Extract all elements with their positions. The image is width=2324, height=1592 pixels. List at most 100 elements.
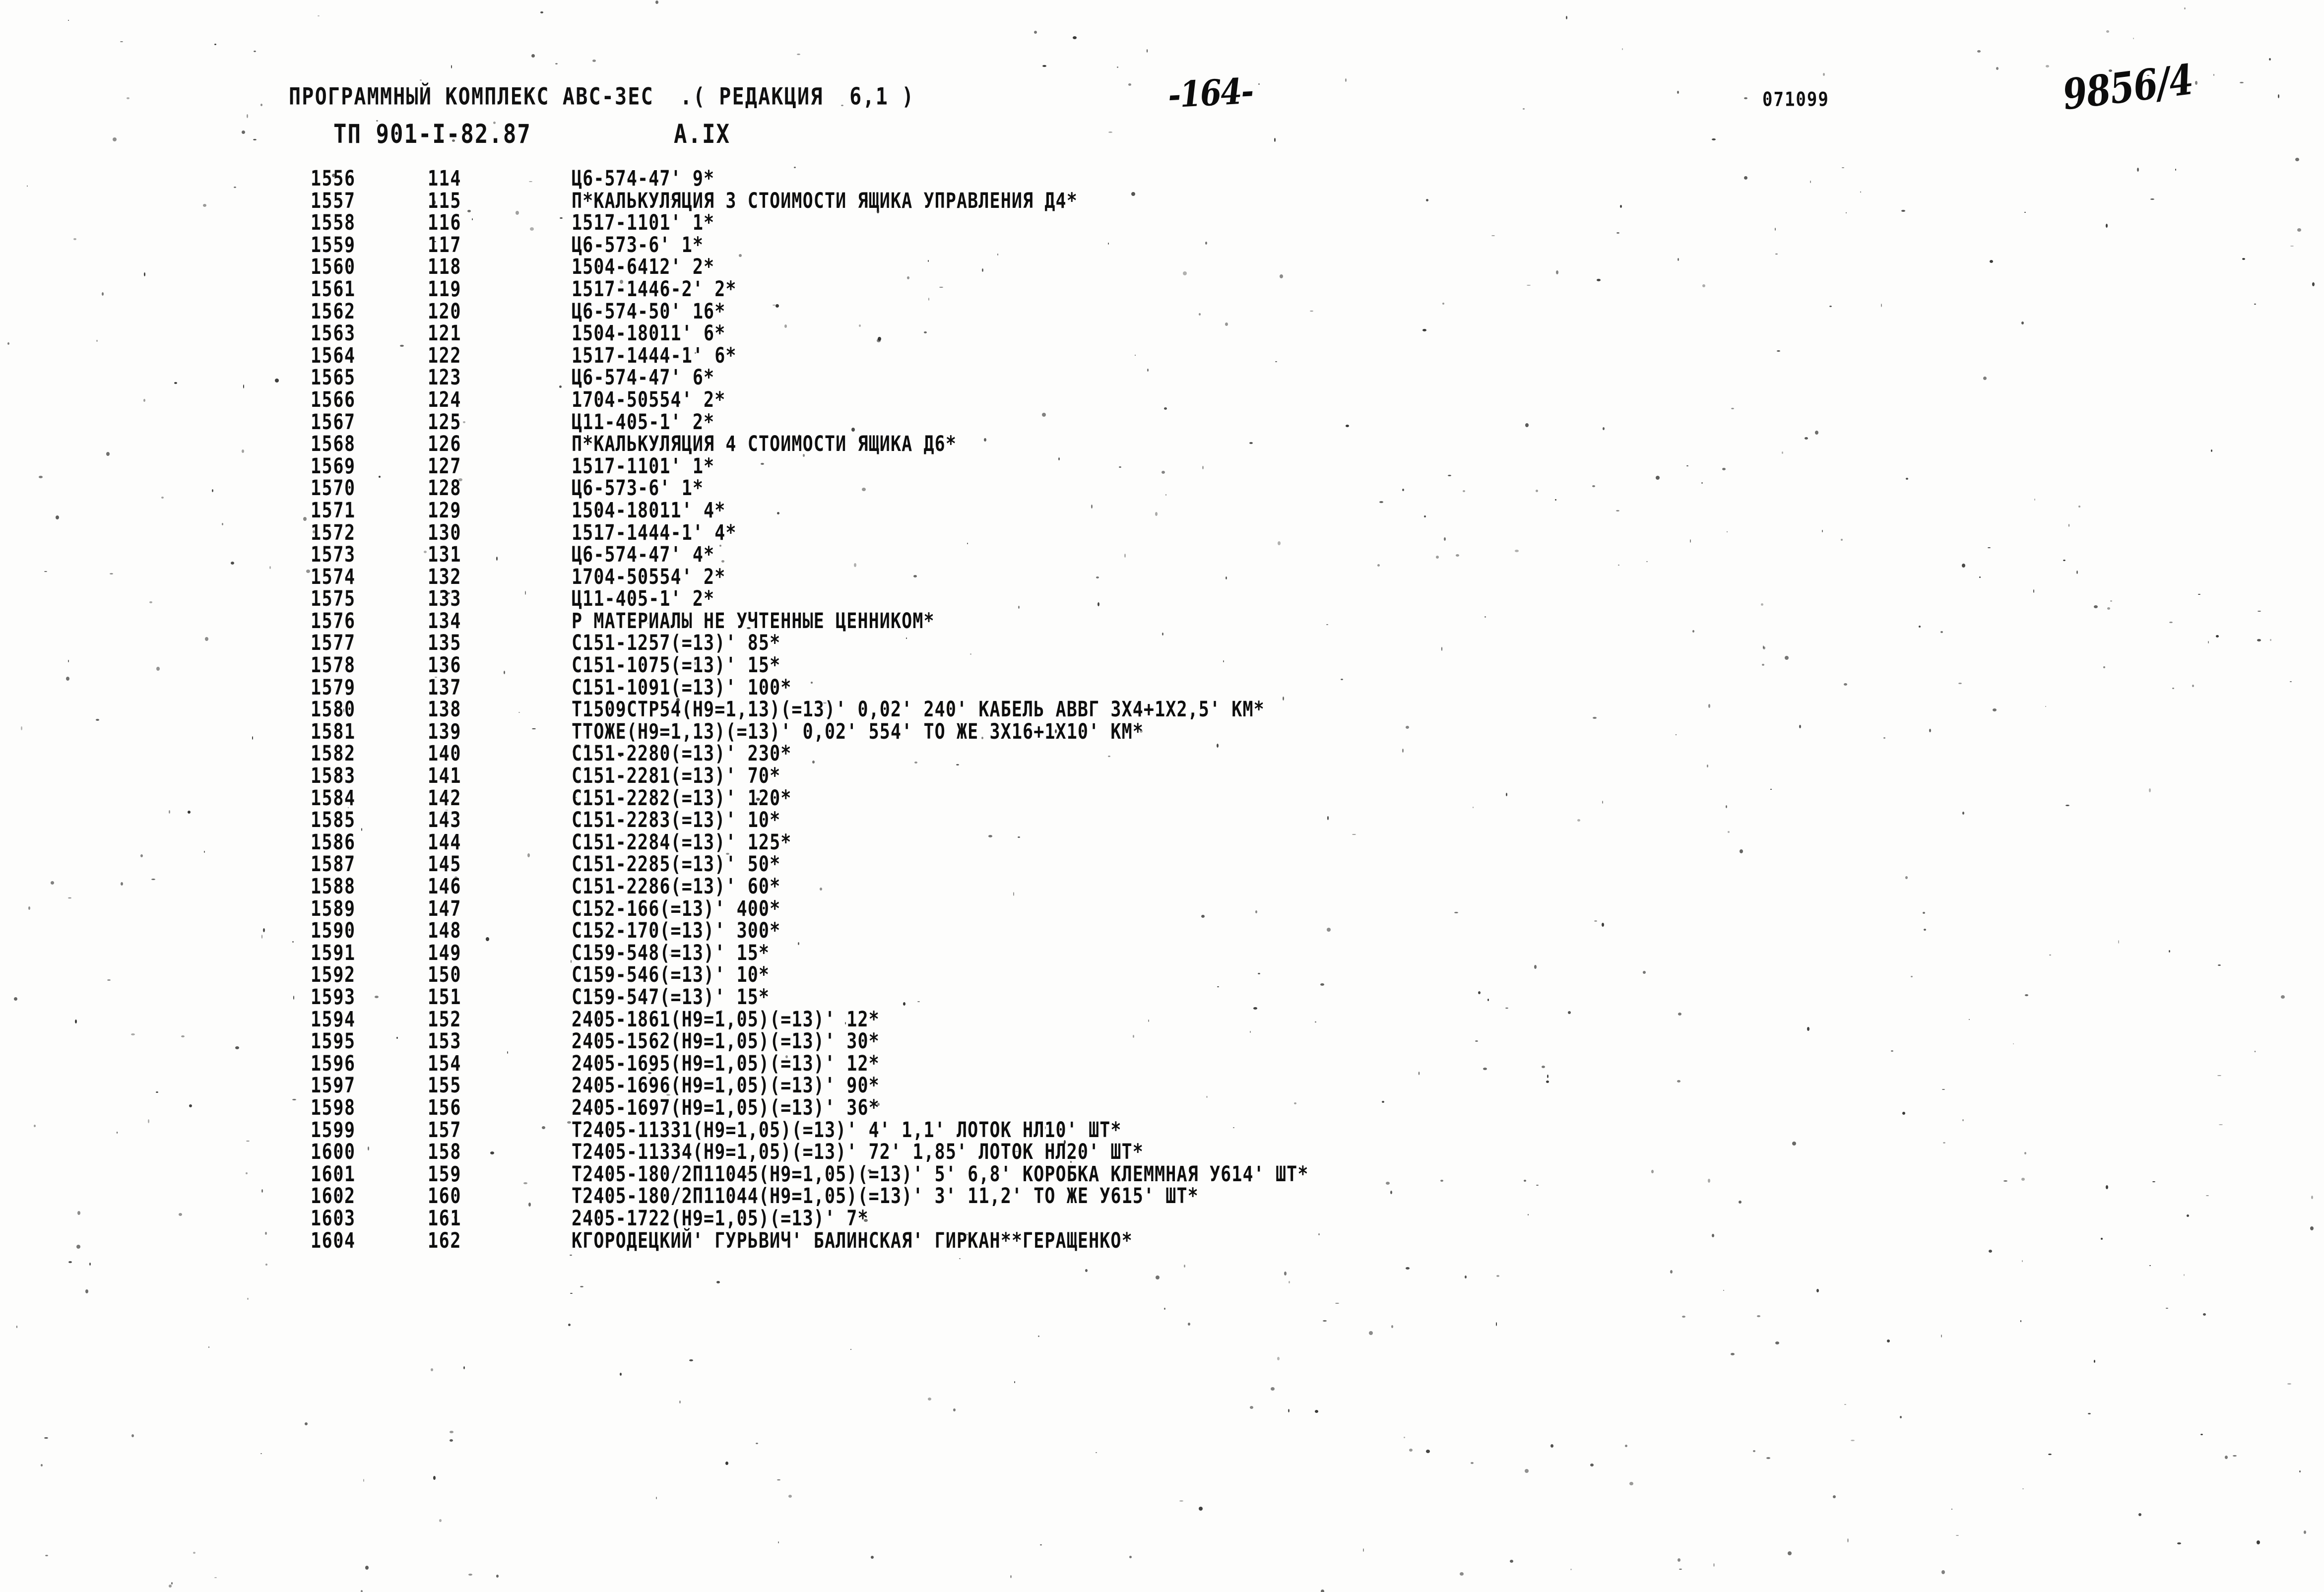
table-row: 1579 137 С151-1091(=13)' 100* bbox=[0, 675, 2324, 700]
row-sequence-number: 1582 bbox=[311, 742, 356, 766]
row-index-number: 139 bbox=[428, 719, 462, 744]
row-code-text: Т1509СТР54(Н9=1,13)(=13)' 0,02' 240' КАБ… bbox=[572, 698, 1265, 722]
row-index-number: 155 bbox=[428, 1074, 462, 1098]
table-row: 1581 139 ТТОЖЕ(Н9=1,13)(=13)' 0,02' 554' Т… bbox=[0, 719, 2324, 744]
row-sequence-number: 1560 bbox=[311, 255, 356, 280]
table-row: 1565 123 Ц6-574-47' 6* bbox=[0, 366, 2324, 390]
row-index-number: 140 bbox=[428, 742, 462, 766]
row-sequence-number: 1599 bbox=[311, 1118, 356, 1143]
table-row: 1583 141 С151-2281(=13)' 70* bbox=[0, 764, 2324, 788]
row-code-text: С151-1091(=13)' 100* bbox=[572, 675, 792, 700]
table-row: 1562 120 Ц6-574-50' 16* bbox=[0, 299, 2324, 324]
row-sequence-number: 1556 bbox=[311, 167, 356, 191]
row-code-text: Ц11-405-1' 2* bbox=[572, 410, 715, 435]
row-code-text: 1517-1101' 1* bbox=[572, 454, 715, 479]
table-row: 1590 148 С152-170(=13)' 300* bbox=[0, 919, 2324, 943]
row-code-text: Т2405-11331(Н9=1,05)(=13)' 4' 1,1' ЛОТОК… bbox=[572, 1118, 1122, 1143]
row-index-number: 133 bbox=[428, 587, 462, 612]
row-code-text: КГОРОДЕЦКИЙ' ГУРЬВИЧ' БАЛИНСКАЯ' ГИРКАН*… bbox=[572, 1228, 1133, 1253]
row-index-number: 143 bbox=[428, 808, 462, 833]
row-code-text: П*КАЛЬКУЛЯЦИЯ 4 СТОИМОСТИ ЯЩИКА Д6* bbox=[572, 432, 957, 456]
table-row: 1574 132 1704-50554' 2* bbox=[0, 565, 2324, 589]
row-sequence-number: 1595 bbox=[311, 1029, 356, 1054]
row-code-text: Ц6-574-50' 16* bbox=[572, 299, 726, 324]
row-code-text: С159-547(=13)' 15* bbox=[572, 985, 770, 1010]
row-code-text: 1517-1444-1' 4* bbox=[572, 520, 737, 545]
row-sequence-number: 1565 bbox=[311, 366, 356, 390]
row-code-text: Т2405-11334(Н9=1,05)(=13)' 72' 1,85' ЛОТ… bbox=[572, 1140, 1144, 1164]
row-code-text: 1517-1101' 1* bbox=[572, 211, 715, 235]
row-sequence-number: 1587 bbox=[311, 852, 356, 877]
row-code-text: С159-546(=13)' 10* bbox=[572, 963, 770, 988]
row-sequence-number: 1592 bbox=[311, 963, 356, 988]
row-index-number: 136 bbox=[428, 653, 462, 678]
table-row: 1557 115 П*КАЛЬКУЛЯЦИЯ 3 СТОИМОСТИ ЯЩИКА У… bbox=[0, 189, 2324, 213]
handwritten-page-number: -164- bbox=[1167, 70, 1254, 116]
table-row: 1596 154 2405-1695(Н9=1,05)(=13)' 12* bbox=[0, 1051, 2324, 1076]
table-row: 1595 153 2405-1562(Н9=1,05)(=13)' 30* bbox=[0, 1029, 2324, 1054]
row-code-text: Ц11-405-1' 2* bbox=[572, 587, 715, 612]
row-sequence-number: 1567 bbox=[311, 410, 356, 435]
row-sequence-number: 1590 bbox=[311, 919, 356, 943]
row-code-text: С152-166(=13)' 400* bbox=[572, 896, 781, 921]
program-title-line: ПРОГРАММНЫЙ КОМПЛЕКС АВС-ЗЕС .( РЕДАКЦИЯ… bbox=[289, 83, 915, 111]
row-index-number: 128 bbox=[428, 476, 462, 501]
row-index-number: 135 bbox=[428, 631, 462, 656]
row-index-number: 131 bbox=[428, 543, 462, 567]
row-sequence-number: 1574 bbox=[311, 565, 356, 589]
table-row: 1589 147 С152-166(=13)' 400* bbox=[0, 896, 2324, 921]
row-sequence-number: 1571 bbox=[311, 498, 356, 523]
row-sequence-number: 1580 bbox=[311, 698, 356, 722]
row-index-number: 148 bbox=[428, 919, 462, 943]
row-code-text: 2405-1562(Н9=1,05)(=13)' 30* bbox=[572, 1029, 880, 1054]
row-sequence-number: 1600 bbox=[311, 1140, 356, 1164]
row-index-number: 126 bbox=[428, 432, 462, 456]
table-row: 1572 130 1517-1444-1' 4* bbox=[0, 520, 2324, 545]
row-index-number: 145 bbox=[428, 852, 462, 877]
row-code-text: С151-2284(=13)' 125* bbox=[572, 830, 792, 855]
row-index-number: 161 bbox=[428, 1206, 462, 1231]
row-code-text: С152-170(=13)' 300* bbox=[572, 919, 781, 943]
row-code-text: 2405-1695(Н9=1,05)(=13)' 12* bbox=[572, 1051, 880, 1076]
table-row: 1599 157 Т2405-11331(Н9=1,05)(=13)' 4' 1,1… bbox=[0, 1118, 2324, 1143]
row-index-number: 153 bbox=[428, 1029, 462, 1054]
table-row: 1585 143 С151-2283(=13)' 10* bbox=[0, 808, 2324, 833]
row-index-number: 129 bbox=[428, 498, 462, 523]
table-row: 1558 116 1517-1101' 1* bbox=[0, 211, 2324, 235]
row-index-number: 130 bbox=[428, 520, 462, 545]
table-row: 1575 133 Ц11-405-1' 2* bbox=[0, 587, 2324, 612]
row-sequence-number: 1585 bbox=[311, 808, 356, 833]
table-row: 1598 156 2405-1697(Н9=1,05)(=13)' 36* bbox=[0, 1096, 2324, 1120]
row-index-number: 121 bbox=[428, 321, 462, 346]
table-row: 1580 138 Т1509СТР54(Н9=1,13)(=13)' 0,02' 2… bbox=[0, 698, 2324, 722]
table-row: 1568 126 П*КАЛЬКУЛЯЦИЯ 4 СТОИМОСТИ ЯЩИКА Д… bbox=[0, 432, 2324, 456]
row-code-text: 1504-18011' 4* bbox=[572, 498, 726, 523]
row-code-text: С151-2286(=13)' 60* bbox=[572, 875, 781, 899]
row-code-text: 1504-18011' 6* bbox=[572, 321, 726, 346]
row-sequence-number: 1586 bbox=[311, 830, 356, 855]
handwritten-doc-number: 9856/4 bbox=[2060, 54, 2196, 120]
table-row: 1578 136 С151-1075(=13)' 15* bbox=[0, 653, 2324, 678]
row-index-number: 114 bbox=[428, 167, 462, 191]
row-index-number: 116 bbox=[428, 211, 462, 235]
row-sequence-number: 1558 bbox=[311, 211, 356, 235]
row-code-text: С151-2280(=13)' 230* bbox=[572, 742, 792, 766]
row-code-text: 2405-1696(Н9=1,05)(=13)' 90* bbox=[572, 1074, 880, 1098]
row-index-number: 158 bbox=[428, 1140, 462, 1164]
row-sequence-number: 1583 bbox=[311, 764, 356, 788]
row-index-number: 141 bbox=[428, 764, 462, 788]
table-row: 1602 160 Т2405-180/2П11044(Н9=1,05)(=13)' … bbox=[0, 1184, 2324, 1209]
row-sequence-number: 1564 bbox=[311, 343, 356, 368]
row-index-number: 122 bbox=[428, 343, 462, 368]
row-index-number: 123 bbox=[428, 366, 462, 390]
row-sequence-number: 1568 bbox=[311, 432, 356, 456]
table-row: 1561 119 1517-1446-2' 2* bbox=[0, 277, 2324, 302]
row-code-text: 1704-50554' 2* bbox=[572, 387, 726, 412]
table-row: 1559 117 Ц6-573-6' 1* bbox=[0, 233, 2324, 257]
row-code-text: Ц6-574-47' 9* bbox=[572, 167, 715, 191]
row-sequence-number: 1557 bbox=[311, 189, 356, 213]
row-code-text: Т2405-180/2П11044(Н9=1,05)(=13)' 3' 11,2… bbox=[572, 1184, 1199, 1209]
row-index-number: 125 bbox=[428, 410, 462, 435]
row-sequence-number: 1591 bbox=[311, 941, 356, 965]
table-row: 1597 155 2405-1696(Н9=1,05)(=13)' 90* bbox=[0, 1074, 2324, 1098]
